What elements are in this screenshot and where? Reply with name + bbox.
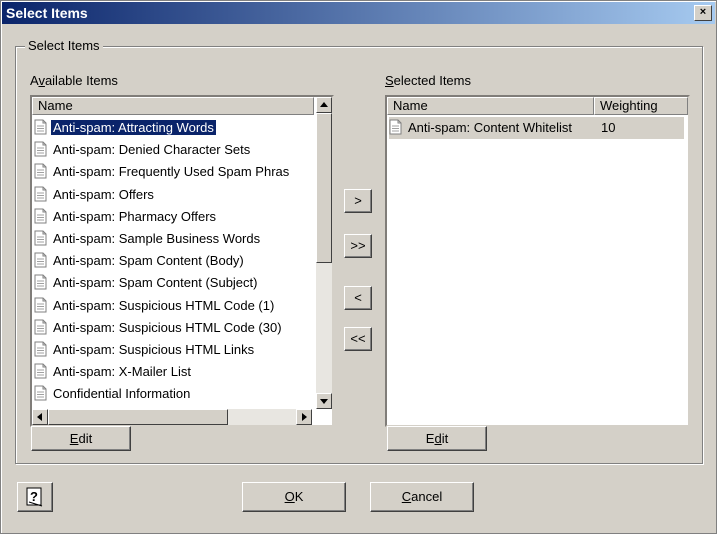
arrow-right-icon <box>302 413 307 421</box>
document-icon <box>34 363 47 379</box>
document-icon <box>34 385 47 401</box>
close-button[interactable]: × <box>694 5 712 21</box>
document-icon <box>34 230 47 246</box>
vertical-scroll-thumb[interactable] <box>316 113 332 263</box>
available-item-label: Anti-spam: X-Mailer List <box>53 364 191 380</box>
arrow-down-icon <box>320 399 328 404</box>
selected-item-weighting: 10 <box>601 120 616 135</box>
available-list-item[interactable]: Anti-spam: X-Mailer List <box>34 361 193 383</box>
selected-edit-button[interactable]: Edit <box>387 426 487 451</box>
available-item-label: Anti-spam: Offers <box>53 186 154 202</box>
available-list-item[interactable]: Confidential Information <box>34 383 192 405</box>
remove-selected-button[interactable]: < <box>344 286 372 310</box>
remove-all-button[interactable]: << <box>344 327 372 351</box>
available-item-label: Anti-spam: Pharmacy Offers <box>53 208 217 224</box>
available-list-item[interactable]: Anti-spam: Suspicious HTML Links <box>34 339 256 361</box>
scroll-down-button[interactable] <box>316 393 332 409</box>
available-list-item[interactable]: Anti-spam: Spam Content (Subject) <box>34 272 259 294</box>
document-icon <box>34 119 47 135</box>
available-item-label: Anti-spam: Suspicious HTML Links <box>53 342 255 357</box>
arrow-up-icon <box>320 102 328 107</box>
add-selected-button[interactable]: > <box>344 189 372 213</box>
available-list-item[interactable]: Anti-spam: Attracting Words <box>34 117 216 139</box>
available-list-item[interactable]: Anti-spam: Denied Character Sets <box>34 139 252 161</box>
document-icon <box>34 186 47 202</box>
group-label: Select Items <box>25 38 103 53</box>
selected-list-item[interactable]: Anti-spam: Content Whitelist 10 <box>389 117 684 139</box>
help-icon: ? <box>26 487 43 507</box>
selected-items-list[interactable]: Name Weighting Anti-spam: Content Whitel… <box>385 95 690 427</box>
ok-button[interactable]: OK <box>242 482 346 512</box>
available-item-label: Anti-spam: Frequently Used Spam Phras <box>53 164 290 180</box>
weighting-column-header[interactable]: Weighting <box>594 97 688 115</box>
available-list-item[interactable]: Anti-spam: Frequently Used Spam Phras <box>34 161 291 183</box>
arrow-left-icon <box>37 413 42 421</box>
available-edit-button[interactable]: Edit <box>31 426 131 451</box>
available-vertical-scrollbar[interactable] <box>316 97 332 409</box>
selected-items-label: Selected Items <box>385 73 471 88</box>
available-item-label: Anti-spam: Denied Character Sets <box>53 142 251 158</box>
available-item-label: Anti-spam: Spam Content (Body) <box>53 253 244 269</box>
available-item-label: Anti-spam: Spam Content (Subject) <box>53 275 258 291</box>
window-title: Select Items <box>6 5 88 21</box>
document-icon <box>34 319 47 335</box>
available-item-label: Confidential Information <box>53 386 191 402</box>
available-list-item[interactable]: Anti-spam: Sample Business Words <box>34 228 262 250</box>
document-icon <box>34 252 47 268</box>
available-item-label: Anti-spam: Suspicious HTML Code (1) <box>53 297 275 313</box>
title-bar[interactable]: Select Items × <box>2 2 715 24</box>
selected-item-name: Anti-spam: Content Whitelist <box>408 120 573 135</box>
available-items-label: Available Items <box>30 73 118 88</box>
add-all-button[interactable]: >> <box>344 234 372 258</box>
available-list-item[interactable]: Anti-spam: Suspicious HTML Code (30) <box>34 317 284 339</box>
available-name-column-header[interactable]: Name <box>32 97 314 115</box>
select-items-dialog: Select Items × Select Items Available It… <box>0 0 717 534</box>
document-icon <box>389 119 402 135</box>
scroll-left-button[interactable] <box>32 409 48 425</box>
available-list-item[interactable]: Anti-spam: Suspicious HTML Code (1) <box>34 295 276 317</box>
available-list-item[interactable]: Anti-spam: Offers <box>34 184 156 206</box>
document-icon <box>34 141 47 157</box>
svg-text:?: ? <box>30 489 38 504</box>
available-item-label: Anti-spam: Attracting Words <box>51 120 216 135</box>
scroll-right-button[interactable] <box>296 409 312 425</box>
document-icon <box>34 163 47 179</box>
help-button[interactable]: ? <box>17 482 53 512</box>
document-icon <box>34 274 47 290</box>
selected-name-column-header[interactable]: Name <box>387 97 594 115</box>
cancel-button[interactable]: Cancel <box>370 482 474 512</box>
document-icon <box>34 297 47 313</box>
scroll-up-button[interactable] <box>316 97 332 113</box>
available-items-list[interactable]: Name Anti-spam: Attracting Words Anti-spa… <box>30 95 334 427</box>
available-list-item[interactable]: Anti-spam: Pharmacy Offers <box>34 206 218 228</box>
document-icon <box>34 208 47 224</box>
available-horizontal-scrollbar[interactable] <box>32 409 312 425</box>
available-item-label: Anti-spam: Sample Business Words <box>53 231 261 246</box>
available-list-item[interactable]: Anti-spam: Spam Content (Body) <box>34 250 246 272</box>
horizontal-scroll-thumb[interactable] <box>48 409 228 425</box>
available-item-label: Anti-spam: Suspicious HTML Code (30) <box>53 319 282 335</box>
document-icon <box>34 341 47 357</box>
